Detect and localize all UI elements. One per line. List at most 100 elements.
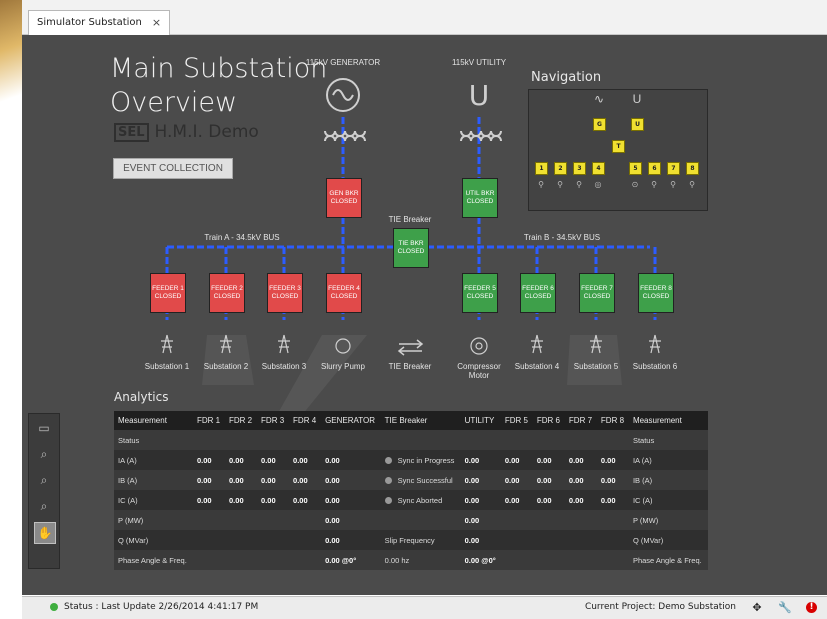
table-row: Phase Angle & Freq. 0.00 @0° 0.00 hz 0.00 @… [114,550,708,570]
row-label-right: IB (A) [628,470,708,490]
cell-value: 0.00 [600,455,616,465]
nav-utility-button[interactable]: U [631,118,644,131]
cell-value: 0.00 [504,475,520,485]
nav-feeder-8-button[interactable]: 8 [686,162,699,175]
feeder-7-breaker[interactable]: FEEDER 7 CLOSED [579,273,615,313]
utility-icon: U [632,92,642,106]
fit-view-icon[interactable]: ▭ [34,418,54,438]
cell: 0.00 [321,470,381,490]
feeder-8-load-label: Substation 6 [632,362,678,371]
cell-value: 0.00 [325,475,340,485]
nav-feeder-7-button[interactable]: 7 [667,162,680,175]
cell-value: 0.00 @0° [325,555,357,565]
cell [225,550,258,570]
cell: 0.00 [596,470,629,490]
pan-hand-icon[interactable]: ✋ [34,522,56,544]
tower-icon: ⚲ [670,180,676,189]
tower-icon: ⚲ [576,180,582,189]
cell: 0.00 [225,490,258,510]
cell: 0.00 hz [380,550,461,570]
cell-value: 0.00 [261,475,276,485]
cell [193,510,226,530]
feeder-1-load-label: Substation 1 [144,362,190,371]
analytics-table: Measurement FDR 1 FDR 2 FDR 3 FDR 4 GENERATOR… [114,411,708,570]
nav-feeder-3-button[interactable]: 3 [573,162,586,175]
nav-feeder-4-button[interactable]: 4 [592,162,605,175]
cell: 0.00 [257,470,290,490]
cell: 0.00 [321,530,381,550]
feeder-8-breaker[interactable]: FEEDER 8 CLOSED [638,273,674,313]
nav-feeder-1-button[interactable]: 1 [535,162,548,175]
alert-icon[interactable]: ! [806,601,817,613]
row-label: Q (MVar) [114,530,193,550]
close-icon[interactable]: × [152,11,161,35]
col-header: FDR 1 [193,411,226,430]
cell [460,430,501,450]
feeder-3-breaker[interactable]: FEEDER 3 CLOSED [267,273,303,313]
cell [289,430,322,450]
hmi-canvas: Main Substation Overview SEL H.M.I. Demo… [22,35,827,595]
cell-value: 0.00 @0° [464,555,496,565]
cell: 0.00 [321,490,381,510]
table-row: IA (A) 0.00 0.00 0.00 0.00 0.00 Sync in Progre… [114,450,708,470]
gen-breaker[interactable]: GEN BKR CLOSED [326,178,362,218]
feeder-5-load-label: Compressor Motor [457,362,501,380]
row-label-right: IA (A) [628,450,708,470]
util-breaker[interactable]: UTIL BKR CLOSED [462,178,498,218]
cell-value: 0.00 [464,535,480,545]
nav-feeder-6-button[interactable]: 6 [648,162,661,175]
feeder-6-load-label: Substation 4 [514,362,560,371]
cell-value: 0.00 [568,475,584,485]
cell: 0.00 [193,450,226,470]
cell [564,430,597,450]
move-icon[interactable]: ✥ [750,600,764,614]
cell-value: 0.00 [293,495,308,505]
cell [564,550,597,570]
wrench-icon[interactable]: 🔧 [778,600,792,614]
cell [596,550,629,570]
cell-value: 0.00 [197,475,212,485]
cell-value: 0.00 [325,515,340,525]
feeder-2-breaker[interactable]: FEEDER 2 CLOSED [209,273,245,313]
row-label-right: Status [628,430,708,450]
row-label-right: Phase Angle & Freq. [628,550,708,570]
nav-feeder-5-button[interactable]: 5 [629,162,642,175]
cell: 0.00 [564,470,597,490]
sync-radio-icon [384,497,392,505]
zoom-out-icon[interactable]: ⌕ [34,496,54,516]
tie-breaker[interactable]: TIE BKR CLOSED [393,228,429,268]
current-project: Current Project: Demo Substation [584,602,736,612]
cell [596,510,629,530]
feeder-6-breaker[interactable]: FEEDER 6 CLOSED [520,273,556,313]
nav-feeder-2-button[interactable]: 2 [554,162,567,175]
feeder-1-breaker[interactable]: FEEDER 1 CLOSED [150,273,186,313]
cell: 0.00 [460,490,501,510]
cell: 0.00 [460,470,501,490]
cell: 0.00 [289,450,322,470]
pump-icon: ◎ [594,180,602,189]
zoom-icon[interactable]: ⌕ [34,444,54,464]
zoom-in-icon[interactable]: ⌕ [34,470,54,490]
feeder-4-breaker[interactable]: FEEDER 4 CLOSED [326,273,362,313]
cell-value: Sync in Progress [397,455,455,465]
cell-value: Sync Successful [397,475,453,485]
cell: 0.00 [500,470,533,490]
cell [193,550,226,570]
cell [500,430,533,450]
cell-value: 0.00 [600,495,616,505]
feeder-5-breaker[interactable]: FEEDER 5 CLOSED [462,273,498,313]
cell [257,510,290,530]
cell: 0.00 [532,470,565,490]
col-header: Measurement [114,411,193,430]
cell: 0.00 @0° [460,550,501,570]
cell: 0.00 [500,490,533,510]
cell: 0.00 [596,450,629,470]
cell-value: 0.00 [536,475,552,485]
nav-tie-button[interactable]: T [612,140,625,153]
row-label-right: IC (A) [628,490,708,510]
nav-generator-button[interactable]: G [593,118,606,131]
table-row: IC (A) 0.00 0.00 0.00 0.00 0.00 Sync Aborted 0.… [114,490,708,510]
cell-value: 0.00 [261,455,276,465]
tab-simulator-substation[interactable]: Simulator Substation × [28,10,171,35]
cell-value: 0.00 [197,495,212,505]
